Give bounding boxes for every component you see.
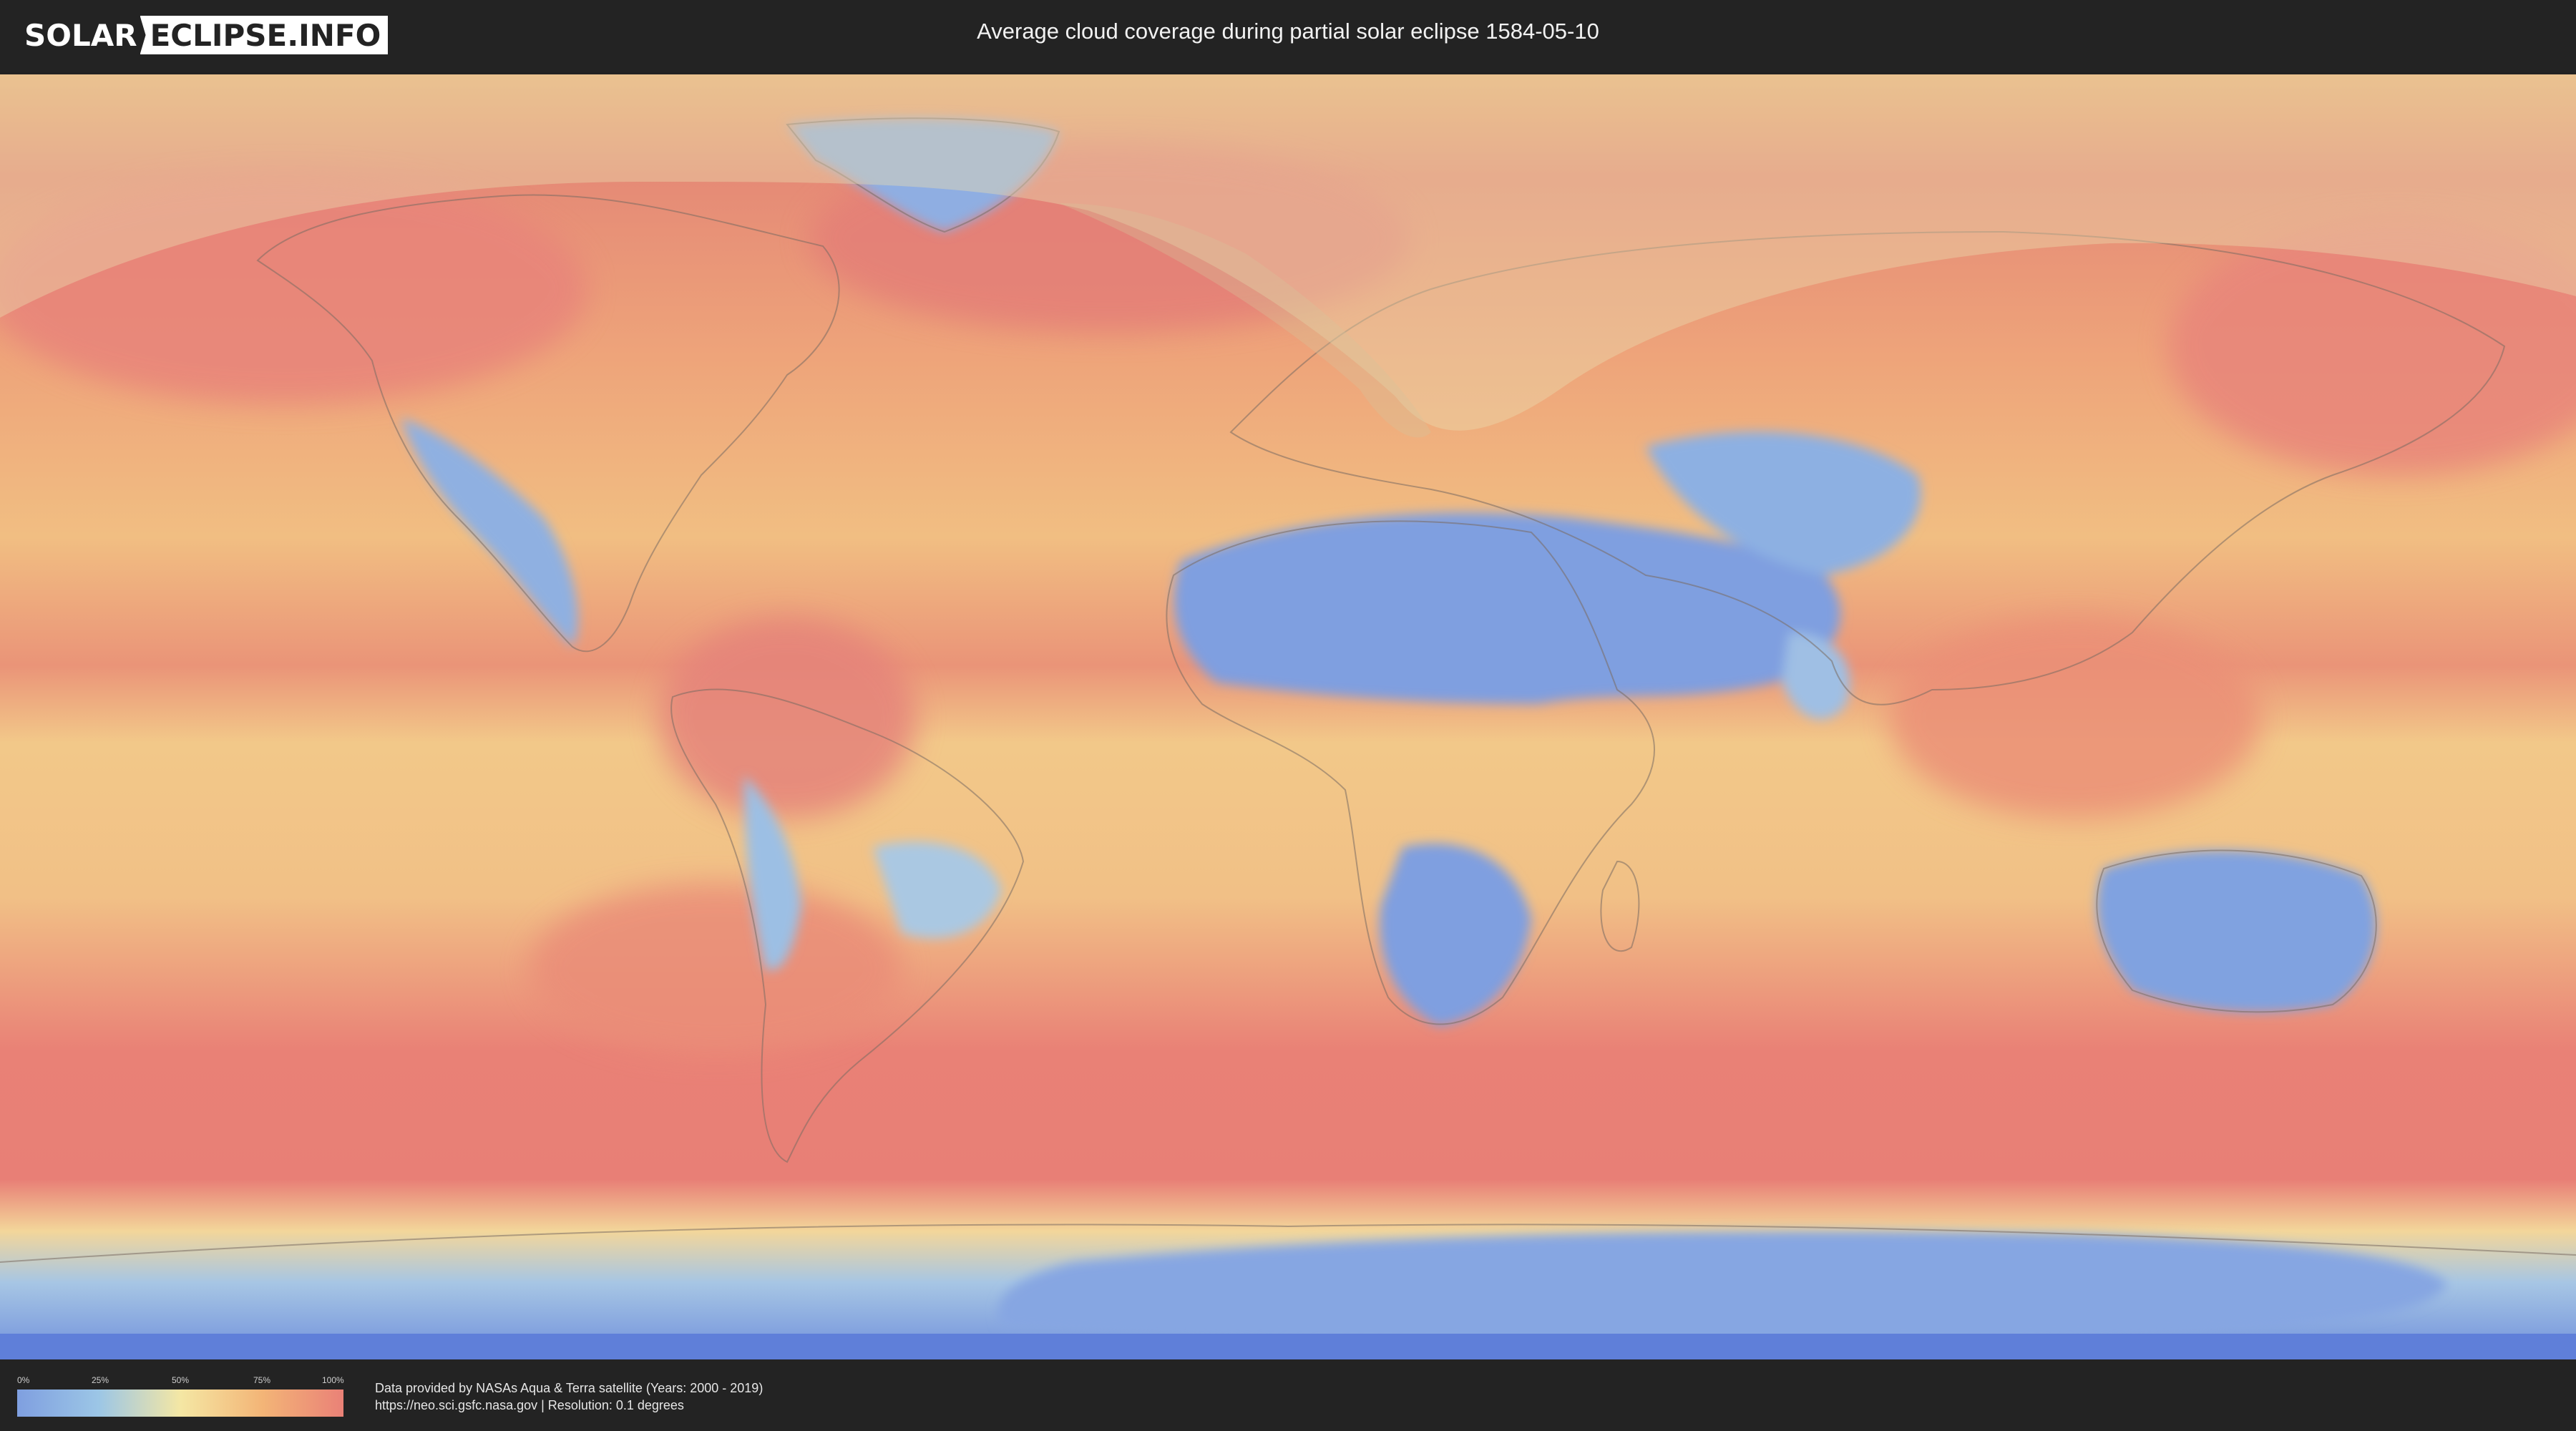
data-credits: Data provided by NASAs Aqua & Terra sate… bbox=[375, 1379, 763, 1414]
world-map-icon bbox=[0, 74, 2576, 1359]
legend-tick-75: 75% bbox=[253, 1375, 271, 1385]
page-title: Average cloud coverage during partial so… bbox=[977, 19, 1599, 44]
legend-color-scale bbox=[17, 1390, 343, 1417]
legend-ticks: 0% 25% 50% 75% 100% bbox=[17, 1375, 344, 1387]
legend-tick-0: 0% bbox=[17, 1375, 30, 1385]
legend-tick-25: 25% bbox=[92, 1375, 109, 1385]
footer-bar: 0% 25% 50% 75% 100% Data provided by NAS… bbox=[0, 1359, 2576, 1431]
cloud-coverage-map[interactable] bbox=[0, 74, 2576, 1359]
legend-tick-50: 50% bbox=[172, 1375, 190, 1385]
legend-tick-100: 100% bbox=[322, 1375, 344, 1385]
credits-line-1: Data provided by NASAs Aqua & Terra sate… bbox=[375, 1381, 763, 1395]
credits-line-2[interactable]: https://neo.sci.gsfc.nasa.gov | Resoluti… bbox=[375, 1397, 763, 1414]
header-bar: SOLAR ECLIPSE.INFO Average cloud coverag… bbox=[0, 0, 2576, 72]
cloud-coverage-legend: 0% 25% 50% 75% 100% bbox=[17, 1375, 344, 1418]
